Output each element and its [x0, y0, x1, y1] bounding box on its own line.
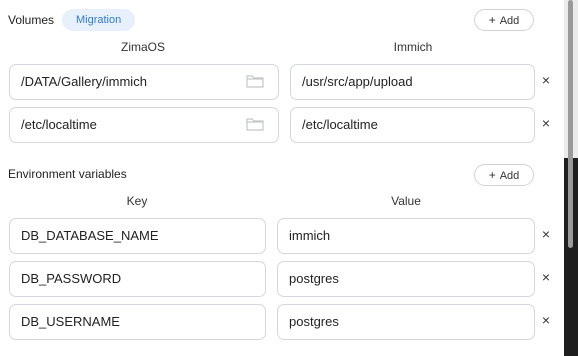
column-header-zimaos: ZimaOS — [120, 40, 165, 54]
plus-icon: + — [488, 13, 496, 27]
plus-icon: + — [488, 168, 496, 182]
env-value-field[interactable]: postgres — [277, 261, 535, 297]
remove-env-icon[interactable]: × — [540, 227, 552, 241]
env-value-value: immich — [289, 228, 331, 243]
volume-container-path-field[interactable]: /usr/src/app/upload — [290, 64, 535, 100]
window-edge — [564, 0, 578, 356]
env-value-value: postgres — [289, 271, 339, 286]
volume-host-path-field[interactable]: /DATA/Gallery/immich — [9, 64, 279, 100]
volume-host-path-value: /etc/localtime — [21, 117, 97, 132]
add-volume-button[interactable]: + Add — [474, 9, 534, 31]
env-key-value: DB_DATABASE_NAME — [21, 228, 159, 243]
remove-env-icon[interactable]: × — [540, 270, 552, 284]
scrollbar-thumb[interactable] — [568, 0, 573, 248]
column-header-value: Value — [391, 194, 421, 208]
column-header-immich: Immich — [393, 40, 433, 54]
env-value-field[interactable]: postgres — [277, 304, 535, 340]
remove-volume-icon[interactable]: × — [540, 116, 552, 130]
add-env-label: Add — [499, 170, 520, 182]
env-value-value: postgres — [289, 314, 339, 329]
migration-badge[interactable]: Migration — [62, 9, 136, 31]
add-volume-label: Add — [499, 15, 520, 27]
add-env-variable-button[interactable]: + Add — [474, 164, 534, 186]
env-key-field[interactable]: DB_PASSWORD — [9, 261, 266, 297]
folder-icon[interactable] — [246, 74, 264, 88]
remove-env-icon[interactable]: × — [540, 313, 552, 327]
volume-container-path-value: /etc/localtime — [302, 117, 378, 132]
env-key-field[interactable]: DB_USERNAME — [9, 304, 266, 340]
volumes-title: Volumes — [8, 13, 55, 27]
remove-volume-icon[interactable]: × — [540, 73, 552, 87]
folder-icon[interactable] — [246, 117, 264, 131]
env-key-value: DB_USERNAME — [21, 314, 120, 329]
volume-host-path-value: /DATA/Gallery/immich — [21, 74, 147, 89]
column-header-key: Key — [126, 194, 148, 208]
env-key-field[interactable]: DB_DATABASE_NAME — [9, 218, 266, 254]
env-value-field[interactable]: immich — [277, 218, 535, 254]
env-variables-title: Environment variables — [8, 167, 127, 181]
volume-container-path-value: /usr/src/app/upload — [302, 74, 413, 89]
env-key-value: DB_PASSWORD — [21, 271, 122, 286]
scrollbar-track[interactable] — [564, 0, 578, 248]
volume-host-path-field[interactable]: /etc/localtime — [9, 107, 279, 143]
volume-container-path-field[interactable]: /etc/localtime — [290, 107, 535, 143]
